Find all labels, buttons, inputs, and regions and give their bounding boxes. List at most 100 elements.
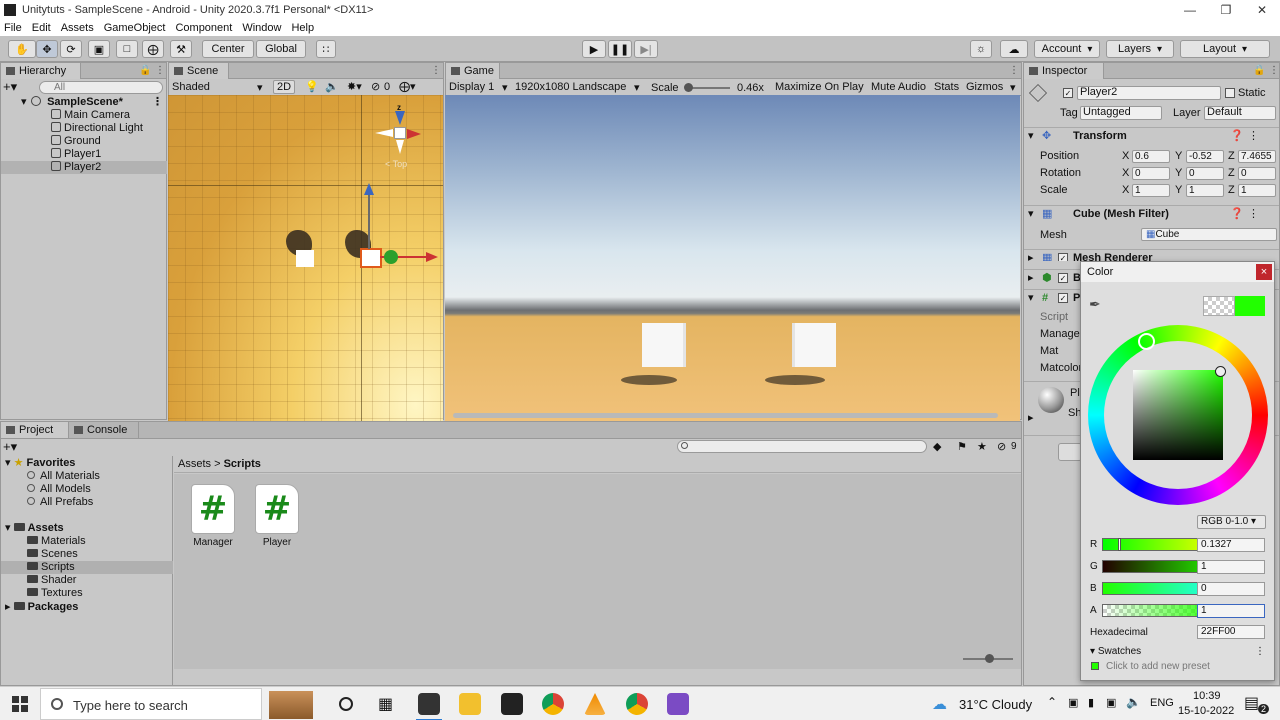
pause-button[interactable]: ❚❚	[608, 40, 632, 58]
layer-dropdown[interactable]: Default	[1204, 106, 1276, 120]
menu-edit[interactable]: Edit	[32, 22, 51, 34]
tray-app-icon[interactable]: ▣	[1068, 696, 1078, 709]
hierarchy-item[interactable]: Directional Light	[1, 122, 167, 135]
expand-arrow-icon[interactable]: ▾	[21, 96, 27, 109]
tab-inspector[interactable]: Inspector	[1024, 63, 1104, 79]
preset-icon[interactable]: ⋮	[1248, 128, 1259, 145]
channel-b-field[interactable]: 0	[1197, 582, 1265, 596]
eyedropper-icon[interactable]: ✒	[1089, 296, 1101, 313]
hierarchy-item[interactable]: Player1	[1, 148, 167, 161]
x-neg-cone-icon[interactable]	[375, 129, 393, 137]
game-more-icon[interactable]: ⋮	[1009, 65, 1019, 76]
play-button[interactable]: ▶	[582, 40, 606, 58]
preset-icon[interactable]: ⋮	[1248, 206, 1259, 223]
scene-tools-icon[interactable]: ⨁▾	[399, 80, 416, 93]
tab-game[interactable]: Game	[446, 63, 500, 79]
position-y-field[interactable]: -0.52	[1186, 150, 1224, 163]
volume-icon[interactable]: 🔈	[1126, 695, 1141, 709]
chevron-down-icon[interactable]: ▾	[1010, 81, 1016, 94]
asset-file-label[interactable]: Manager	[183, 537, 243, 548]
asset-folder-selected[interactable]: Scripts	[1, 561, 173, 574]
z-axis-cone-icon[interactable]	[395, 111, 405, 125]
stats-toggle[interactable]: Stats	[934, 81, 959, 93]
help-icon[interactable]: ❓	[1230, 128, 1244, 145]
gizmo-center-cube[interactable]	[394, 127, 406, 139]
add-object-button[interactable]: +▾	[3, 80, 17, 93]
hidden-objects-icon[interactable]: ⊘	[371, 80, 380, 93]
hex-field[interactable]: 22FF00	[1197, 625, 1265, 639]
asset-folder[interactable]: Materials	[27, 535, 86, 548]
tab-console[interactable]: Console	[69, 422, 139, 438]
scale-y-field[interactable]: 1	[1186, 184, 1224, 197]
mesh-renderer-header[interactable]: ▸ ▦ ✓ Mesh Renderer	[1024, 249, 1279, 261]
favorite-item[interactable]: All Materials	[27, 470, 100, 483]
scale-z-field[interactable]: 1	[1238, 184, 1276, 197]
pivot-global-button[interactable]: Global	[256, 40, 306, 58]
component-enabled-checkbox[interactable]: ✓	[1058, 253, 1068, 261]
layers-dropdown[interactable]: Layers	[1106, 40, 1174, 58]
mesh-filter-header[interactable]: ▾ ▦ Cube (Mesh Filter) ❓ ⋮	[1024, 205, 1279, 222]
previous-color-swatch[interactable]	[1203, 296, 1235, 316]
tab-hierarchy[interactable]: Hierarchy	[1, 63, 81, 79]
csharp-script-icon[interactable]: #	[255, 484, 299, 534]
custom-tool-icon[interactable]: ⚒	[170, 40, 192, 58]
collab-icon[interactable]: ☼	[970, 40, 992, 58]
maximize-on-play-toggle[interactable]: Maximize On Play	[775, 81, 864, 93]
network-icon[interactable]: ▣	[1106, 696, 1116, 709]
assets-root-row[interactable]: ▾ Assets	[5, 522, 64, 535]
menu-file[interactable]: File	[4, 22, 22, 34]
swatch-preset[interactable]	[1091, 662, 1099, 670]
pivot-center-button[interactable]: Center	[202, 40, 254, 58]
2d-toggle[interactable]: 2D	[273, 80, 296, 94]
clock-date[interactable]: 15-10-2022	[1178, 705, 1234, 717]
csharp-script-icon[interactable]: #	[191, 484, 235, 534]
scene-more-icon[interactable]: ⋮	[431, 65, 441, 76]
color-mode-dropdown[interactable]: RGB 0-1.0 ▾	[1197, 515, 1266, 529]
cloud-icon[interactable]: ☁	[1000, 40, 1028, 58]
active-checkbox[interactable]: ✓	[1063, 88, 1073, 98]
scale-tool-icon[interactable]: ▣	[88, 40, 110, 58]
player2-cube[interactable]	[360, 248, 382, 268]
gizmo-arrow-icon[interactable]	[426, 252, 438, 262]
breadcrumb-assets[interactable]: Assets	[178, 458, 211, 470]
tab-scene[interactable]: Scene	[169, 63, 229, 79]
search-by-label-icon[interactable]: ⚑	[957, 440, 967, 453]
asset-folder[interactable]: Textures	[27, 587, 83, 600]
favorite-item[interactable]: All Models	[27, 483, 91, 496]
player1-cube[interactable]	[296, 250, 314, 267]
channel-r-field[interactable]: 0.1327	[1197, 538, 1265, 552]
rotation-z-field[interactable]: 0	[1238, 167, 1276, 180]
static-checkbox[interactable]	[1225, 88, 1235, 98]
move-gizmo-y-axis[interactable]	[368, 187, 370, 249]
lock-icon[interactable]: 🔒	[139, 65, 151, 76]
unity-app-icon[interactable]	[418, 693, 440, 715]
weather-cloud-icon[interactable]: ☁	[932, 695, 947, 713]
swatches-header[interactable]: ▾ Swatches	[1090, 646, 1141, 657]
asset-folder[interactable]: Shader	[27, 574, 76, 587]
hue-wheel-handle[interactable]	[1138, 333, 1155, 350]
hierarchy-search-input[interactable]: All	[39, 81, 163, 94]
mute-audio-toggle[interactable]: Mute Audio	[871, 81, 926, 93]
audio-toggle-icon[interactable]: 🔈	[325, 80, 339, 93]
channel-a-field[interactable]: 1	[1197, 604, 1265, 618]
color-picker-titlebar[interactable]: Color ×	[1081, 262, 1274, 282]
windows-start-icon[interactable]	[12, 696, 28, 712]
add-component-button[interactable]	[1058, 443, 1082, 461]
saturation-value-square[interactable]	[1133, 370, 1223, 460]
component-enabled-checkbox[interactable]: ✓	[1058, 273, 1068, 283]
transform-header[interactable]: ▾ ✥ Transform ❓ ⋮	[1024, 127, 1279, 144]
favorite-item[interactable]: All Prefabs	[27, 496, 93, 509]
rotation-x-field[interactable]: 0	[1132, 167, 1170, 180]
task-view-icon[interactable]: ▦	[378, 694, 393, 714]
favorites-row[interactable]: ▾ ★ Favorites	[5, 457, 75, 470]
tag-dropdown[interactable]: Untagged	[1080, 106, 1162, 120]
menu-component[interactable]: Component	[175, 22, 232, 34]
lighting-toggle-icon[interactable]: 💡	[305, 80, 319, 93]
hierarchy-item-selected[interactable]: Player2	[1, 161, 167, 174]
chrome-icon[interactable]	[542, 693, 564, 715]
lock-icon[interactable]: 🔒	[1253, 65, 1265, 76]
project-search-input[interactable]	[677, 440, 927, 453]
collapse-arrow-icon[interactable]: ▾	[1028, 290, 1034, 307]
weather-label[interactable]: 31°C Cloudy	[959, 697, 1032, 712]
menu-help[interactable]: Help	[291, 22, 314, 34]
